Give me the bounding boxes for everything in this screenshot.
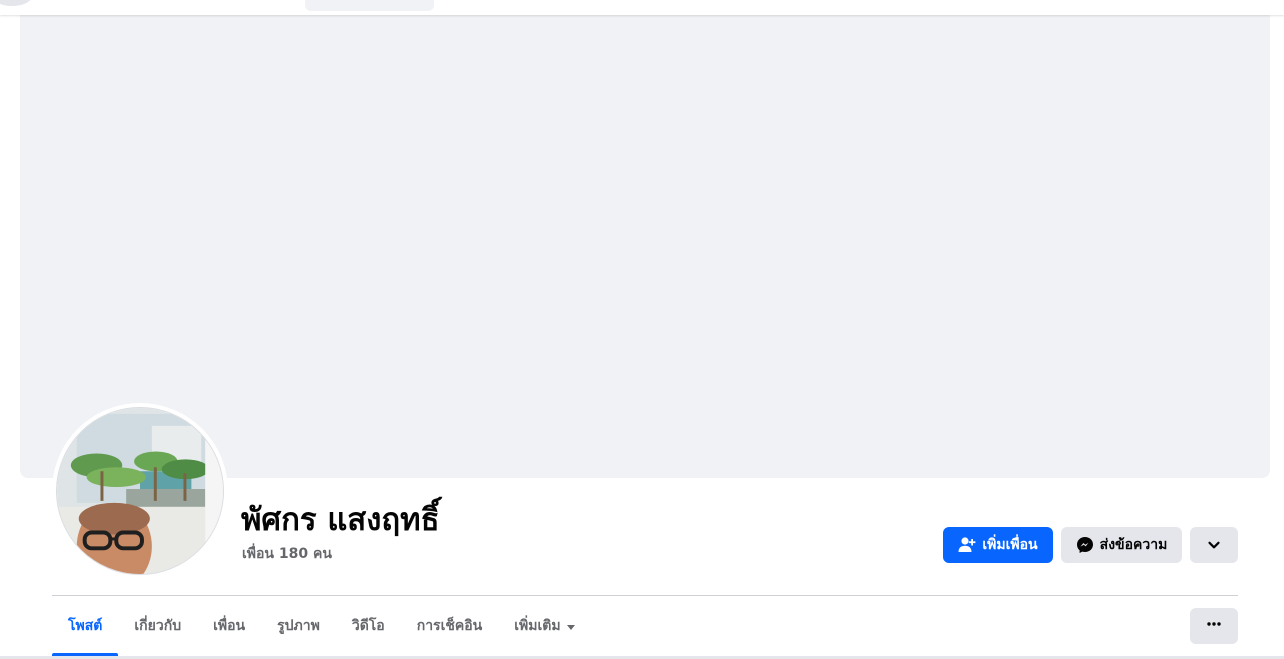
tab-more[interactable]: เพิ่มเติม — [498, 596, 590, 656]
more-options-button[interactable] — [1190, 608, 1238, 644]
tab-check-ins-label: การเช็คอิน — [416, 618, 483, 634]
top-navigation-bar — [0, 0, 1284, 15]
tab-check-ins[interactable]: การเช็คอิน — [401, 596, 499, 656]
tab-friends-label: เพื่อน — [213, 618, 246, 634]
more-dots-icon — [1206, 616, 1222, 636]
friends-count[interactable]: เพื่อน 180 คน — [242, 544, 332, 564]
avatar-photo — [57, 408, 223, 574]
tab-about-label: เกี่ยวกับ — [134, 618, 182, 634]
profile-options-dropdown-button[interactable] — [1190, 527, 1238, 563]
person-plus-icon — [958, 536, 976, 554]
tab-more-label: เพิ่มเติม — [514, 618, 561, 634]
add-friend-button[interactable]: เพิ่มเพื่อน — [943, 527, 1053, 563]
messenger-icon — [1076, 536, 1094, 554]
tab-photos-label: รูปภาพ — [277, 618, 320, 634]
nav-tab-active[interactable] — [305, 0, 434, 11]
tab-posts[interactable]: โพสต์ — [52, 596, 119, 656]
profile-name: พัศกร แสงฤทธิ์ — [241, 502, 440, 538]
add-friend-label: เพิ่มเพื่อน — [982, 537, 1038, 553]
profile-tabs: โพสต์ เกี่ยวกับ เพื่อน รูปภาพ วิดีโอ การ… — [52, 596, 591, 656]
tab-about[interactable]: เกี่ยวกับ — [118, 596, 197, 656]
tab-friends[interactable]: เพื่อน — [197, 596, 261, 656]
profile-picture[interactable] — [52, 403, 228, 579]
send-message-label: ส่งข้อความ — [1099, 537, 1168, 553]
chevron-down-icon — [1207, 538, 1221, 552]
tab-posts-label: โพสต์ — [68, 618, 103, 634]
cover-photo[interactable] — [20, 15, 1270, 478]
tab-photos[interactable]: รูปภาพ — [261, 596, 336, 656]
send-message-button[interactable]: ส่งข้อความ — [1061, 527, 1182, 563]
caret-down-icon — [566, 624, 575, 630]
nav-logo-button[interactable] — [0, 0, 32, 6]
avatar[interactable] — [56, 407, 224, 575]
tab-videos[interactable]: วิดีโอ — [336, 596, 401, 656]
tab-videos-label: วิดีโอ — [351, 618, 385, 634]
